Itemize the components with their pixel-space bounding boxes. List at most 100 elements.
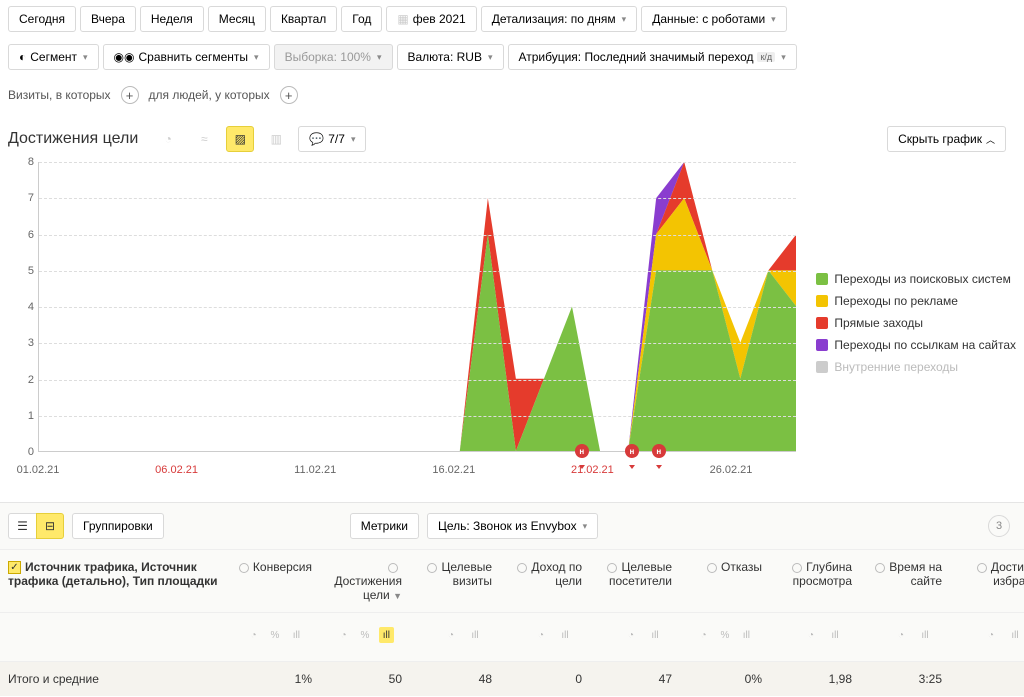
bars-icon[interactable]: ıll (826, 627, 844, 643)
chevron-down-icon: ▾ (254, 52, 259, 63)
metric-header[interactable]: Отказы (680, 550, 770, 612)
radio-icon[interactable] (388, 563, 398, 573)
compare-segments-btn[interactable]: ◉◉Сравнить сегменты▾ (103, 44, 270, 70)
bars-icon[interactable]: ıll (916, 627, 934, 643)
metric-header[interactable]: Глубина просмотра (770, 550, 860, 612)
share-icon[interactable]: ◔ (622, 627, 640, 643)
bars-icon[interactable]: ıll (739, 627, 754, 643)
legend-label: Переходы из поисковых систем (834, 272, 1010, 286)
metric-header[interactable]: Доход по цели (500, 550, 590, 612)
bars-icon[interactable]: ıll (289, 627, 304, 643)
percent-icon[interactable]: % (267, 627, 282, 643)
series-counter-btn[interactable]: 💬7/7▾ (298, 126, 366, 152)
share-icon[interactable]: ◔ (336, 627, 351, 643)
bars-icon[interactable]: ıll (556, 627, 574, 643)
y-tick: 7 (28, 192, 34, 204)
detail-select[interactable]: Детализация: по дням▾ (481, 6, 637, 32)
comment-icon: 💬 (309, 132, 324, 146)
percent-icon[interactable]: % (357, 627, 372, 643)
period-week[interactable]: Неделя (140, 6, 204, 32)
period-month[interactable]: Месяц (208, 6, 266, 32)
legend-item[interactable]: Внутренние переходы (816, 360, 1016, 374)
radio-icon[interactable] (707, 563, 717, 573)
share-icon[interactable]: ◔ (982, 627, 1000, 643)
share-icon[interactable]: ◔ (696, 627, 711, 643)
period-year[interactable]: Год (341, 6, 382, 32)
table-subicons-row: ◔% ıll ◔% ıll ◔ ıll ◔ ıll ◔ ıll ◔% ıll ◔ ıll ◔ ıll ◔ ıll (0, 612, 1024, 661)
data-select[interactable]: Данные: с роботами▾ (641, 6, 787, 32)
share-icon[interactable]: ◔ (532, 627, 550, 643)
segment-btn[interactable]: ◐Сегмент▾ (8, 44, 99, 70)
dimension-header[interactable]: ✓Источник трафика, Источник трафика (дет… (0, 550, 230, 612)
period-yesterday[interactable]: Вчера (80, 6, 136, 32)
x-tick: 06.02.21 (155, 464, 198, 476)
holiday-marker[interactable]: н (575, 444, 589, 458)
radio-icon[interactable] (427, 563, 437, 573)
radio-icon[interactable] (977, 563, 987, 573)
pie-chart-icon[interactable]: ◔ (154, 126, 182, 152)
legend-item[interactable]: Переходы по рекламе (816, 294, 1016, 308)
totals-value: 50 (320, 662, 410, 696)
period-today[interactable]: Сегодня (8, 6, 76, 32)
bars-icon[interactable]: ıll (466, 627, 484, 643)
list-view-icon[interactable]: ☰ (8, 513, 36, 539)
legend-item[interactable]: Прямые заходы (816, 316, 1016, 330)
legend-item[interactable]: Переходы из поисковых систем (816, 272, 1016, 286)
metric-header[interactable]: Целевые визиты (410, 550, 500, 612)
radio-icon[interactable] (875, 563, 885, 573)
y-axis: 012345678 (8, 162, 38, 452)
metric-header[interactable]: Время на сайте (860, 550, 950, 612)
x-axis: 01.02.2106.02.2111.02.2116.02.2121.02.21… (38, 458, 796, 482)
totals-label: Итого и средние (0, 662, 230, 696)
share-icon[interactable]: ◔ (802, 627, 820, 643)
chevron-down-icon: ▾ (377, 52, 382, 63)
metric-header[interactable]: Достижения цели ▼ (320, 550, 410, 612)
radio-icon[interactable] (517, 563, 527, 573)
chevron-down-icon: ▾ (583, 521, 588, 532)
bar-chart-icon[interactable]: ▥ (262, 126, 290, 152)
share-icon[interactable]: ◔ (892, 627, 910, 643)
radio-icon[interactable] (607, 563, 617, 573)
legend-item[interactable]: Переходы по ссылкам на сайтах (816, 338, 1016, 352)
metric-header[interactable]: Достиж избран (950, 550, 1024, 612)
hide-chart-btn[interactable]: Скрыть график ︿ (887, 126, 1006, 152)
chevron-down-icon: ▾ (83, 52, 88, 63)
holiday-marker[interactable]: н (625, 444, 639, 458)
notification-badge[interactable]: 3 (988, 515, 1010, 537)
holiday-marker[interactable]: н (652, 444, 666, 458)
chevron-down-icon: ▾ (771, 14, 776, 25)
attribution-btn[interactable]: Атрибуция: Последний значимый переход к/… (508, 44, 797, 70)
percent-icon[interactable]: % (717, 627, 732, 643)
legend-swatch (816, 339, 828, 351)
metrics-btn[interactable]: Метрики (350, 513, 419, 539)
checkbox-icon[interactable]: ✓ (8, 561, 21, 574)
line-chart-icon[interactable]: ≈ (190, 126, 218, 152)
legend-swatch (816, 317, 828, 329)
share-icon[interactable]: ◔ (442, 627, 460, 643)
bars-icon[interactable]: ıll (646, 627, 664, 643)
legend-label: Переходы по ссылкам на сайтах (834, 338, 1016, 352)
page-title: Достижения цели (8, 130, 138, 148)
sample-btn[interactable]: Выборка: 100%▾ (274, 44, 393, 70)
currency-btn[interactable]: Валюта: RUB▾ (397, 44, 504, 70)
y-tick: 2 (28, 374, 34, 386)
table-toolbar: ☰ ⊟ Группировки Метрики Цель: Звонок из … (0, 503, 1024, 549)
table-totals-row: Итого и средние1%50480470%1,983:25 (0, 661, 1024, 696)
radio-icon[interactable] (239, 563, 249, 573)
tree-view-icon[interactable]: ⊟ (36, 513, 64, 539)
period-picker[interactable]: ▦фев 2021 (386, 6, 476, 32)
chart-plot[interactable]: ннн (38, 162, 796, 452)
metric-header[interactable]: Конверсия (230, 550, 320, 612)
add-visits-filter[interactable]: + (121, 86, 139, 104)
bars-icon[interactable]: ıll (379, 627, 394, 643)
period-quarter[interactable]: Квартал (270, 6, 337, 32)
add-people-filter[interactable]: + (280, 86, 298, 104)
goal-select[interactable]: Цель: Звонок из Envybox▾ (427, 513, 598, 539)
area-chart-icon[interactable]: ▨ (226, 126, 254, 152)
radio-icon[interactable] (792, 563, 802, 573)
metric-header[interactable]: Целевые посетители (590, 550, 680, 612)
totals-value: 3:25 (860, 662, 950, 696)
share-icon[interactable]: ◔ (246, 627, 261, 643)
bars-icon[interactable]: ıll (1006, 627, 1024, 643)
groupings-btn[interactable]: Группировки (72, 513, 164, 539)
